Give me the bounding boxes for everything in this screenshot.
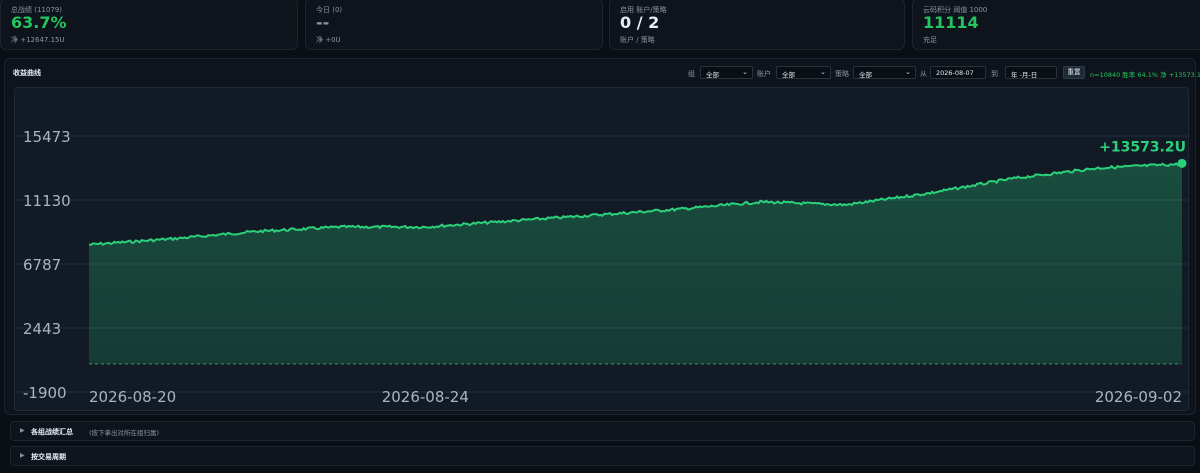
stat-value: 63.7%	[11, 13, 67, 32]
group-filter-label: 组	[688, 70, 695, 78]
summary-stats: n=10840 胜率 64.1% 净 +13573.19U	[1090, 71, 1200, 79]
y-tick-label: -1900	[23, 384, 67, 402]
last-value-label: +13573.2U	[1099, 139, 1186, 155]
stat-sub: 净 +12647.15U	[11, 36, 65, 44]
strategy-filter-label: 策略	[835, 70, 849, 78]
triangle-right-icon: ▶	[20, 452, 25, 459]
from-date-label: 从	[920, 70, 927, 78]
stat-card-enabled: 启用 账户/策略 0 / 2 账户 / 策略	[609, 0, 905, 50]
chevron-down-icon: ⌄	[905, 68, 911, 76]
y-tick-label: 11130	[23, 192, 71, 210]
x-tick-label: 2026-08-24	[382, 388, 469, 406]
stat-value: --	[316, 13, 330, 32]
section-title: 各组战绩汇总	[31, 428, 73, 436]
y-tick-label: 15473	[23, 128, 71, 146]
from-date-value: 2026-08-07	[936, 69, 974, 77]
to-date-value: 年 -月-日	[1011, 71, 1038, 79]
y-tick-label: 2443	[23, 320, 61, 338]
equity-area	[89, 163, 1182, 365]
reset-button[interactable]: 重置	[1063, 66, 1085, 79]
stat-sub: 净 +0U	[316, 36, 341, 44]
stat-value: 0 / 2	[620, 13, 660, 32]
section-trade-period[interactable]: ▶ 按交易周期	[10, 446, 1195, 466]
stat-sub: 账户 / 策略	[620, 36, 655, 44]
stat-card-today: 今日 (0) -- 净 +0U	[305, 0, 603, 50]
x-tick-label: 2026-09-02	[1095, 388, 1182, 406]
account-select-value: 全部	[782, 71, 795, 79]
account-filter-label: 账户	[757, 70, 771, 78]
equity-curve-panel: 收益曲线 组 全部 ⌄ 账户 全部 ⌄ 策略 全部 ⌄ 从 2026-08-07…	[4, 58, 1200, 415]
chevron-down-icon: ⌄	[742, 68, 748, 76]
strategy-select-value: 全部	[859, 71, 872, 79]
strategy-select[interactable]: 全部 ⌄	[853, 66, 916, 79]
equity-chart: 15473 11130 6787 2443 -1900 2026-08-20 2026-08…	[15, 128, 1188, 406]
group-select-value: 全部	[706, 71, 719, 79]
stat-sub: 充足	[923, 36, 937, 44]
stat-value: 11114	[923, 13, 979, 32]
section-group-summary[interactable]: ▶ 各组战绩汇总 (按下拿出对所在组归属)	[10, 421, 1195, 441]
from-date-input[interactable]: 2026-08-07	[930, 66, 986, 79]
stat-card-total: 总战绩 (11079) 63.7% 净 +12647.15U	[0, 0, 298, 50]
panel-title: 收益曲线	[13, 69, 41, 77]
section-title: 按交易周期	[31, 453, 66, 461]
stat-card-points: 云码积分 阈值 1000 11114 充足	[912, 0, 1200, 50]
y-tick-label: 6787	[23, 256, 61, 274]
account-select[interactable]: 全部 ⌄	[776, 66, 831, 79]
last-point-marker	[1177, 158, 1187, 168]
to-date-input[interactable]: 年 -月-日	[1005, 66, 1057, 79]
chart-area: 15473 11130 6787 2443 -1900 2026-08-20 2026-08…	[14, 87, 1189, 411]
x-tick-label: 2026-08-20	[89, 388, 176, 406]
section-hint: (按下拿出对所在组归属)	[89, 429, 160, 437]
triangle-right-icon: ▶	[20, 427, 25, 434]
group-select[interactable]: 全部 ⌄	[700, 66, 753, 79]
to-date-label: 到	[991, 70, 998, 78]
chevron-down-icon: ⌄	[820, 68, 826, 76]
